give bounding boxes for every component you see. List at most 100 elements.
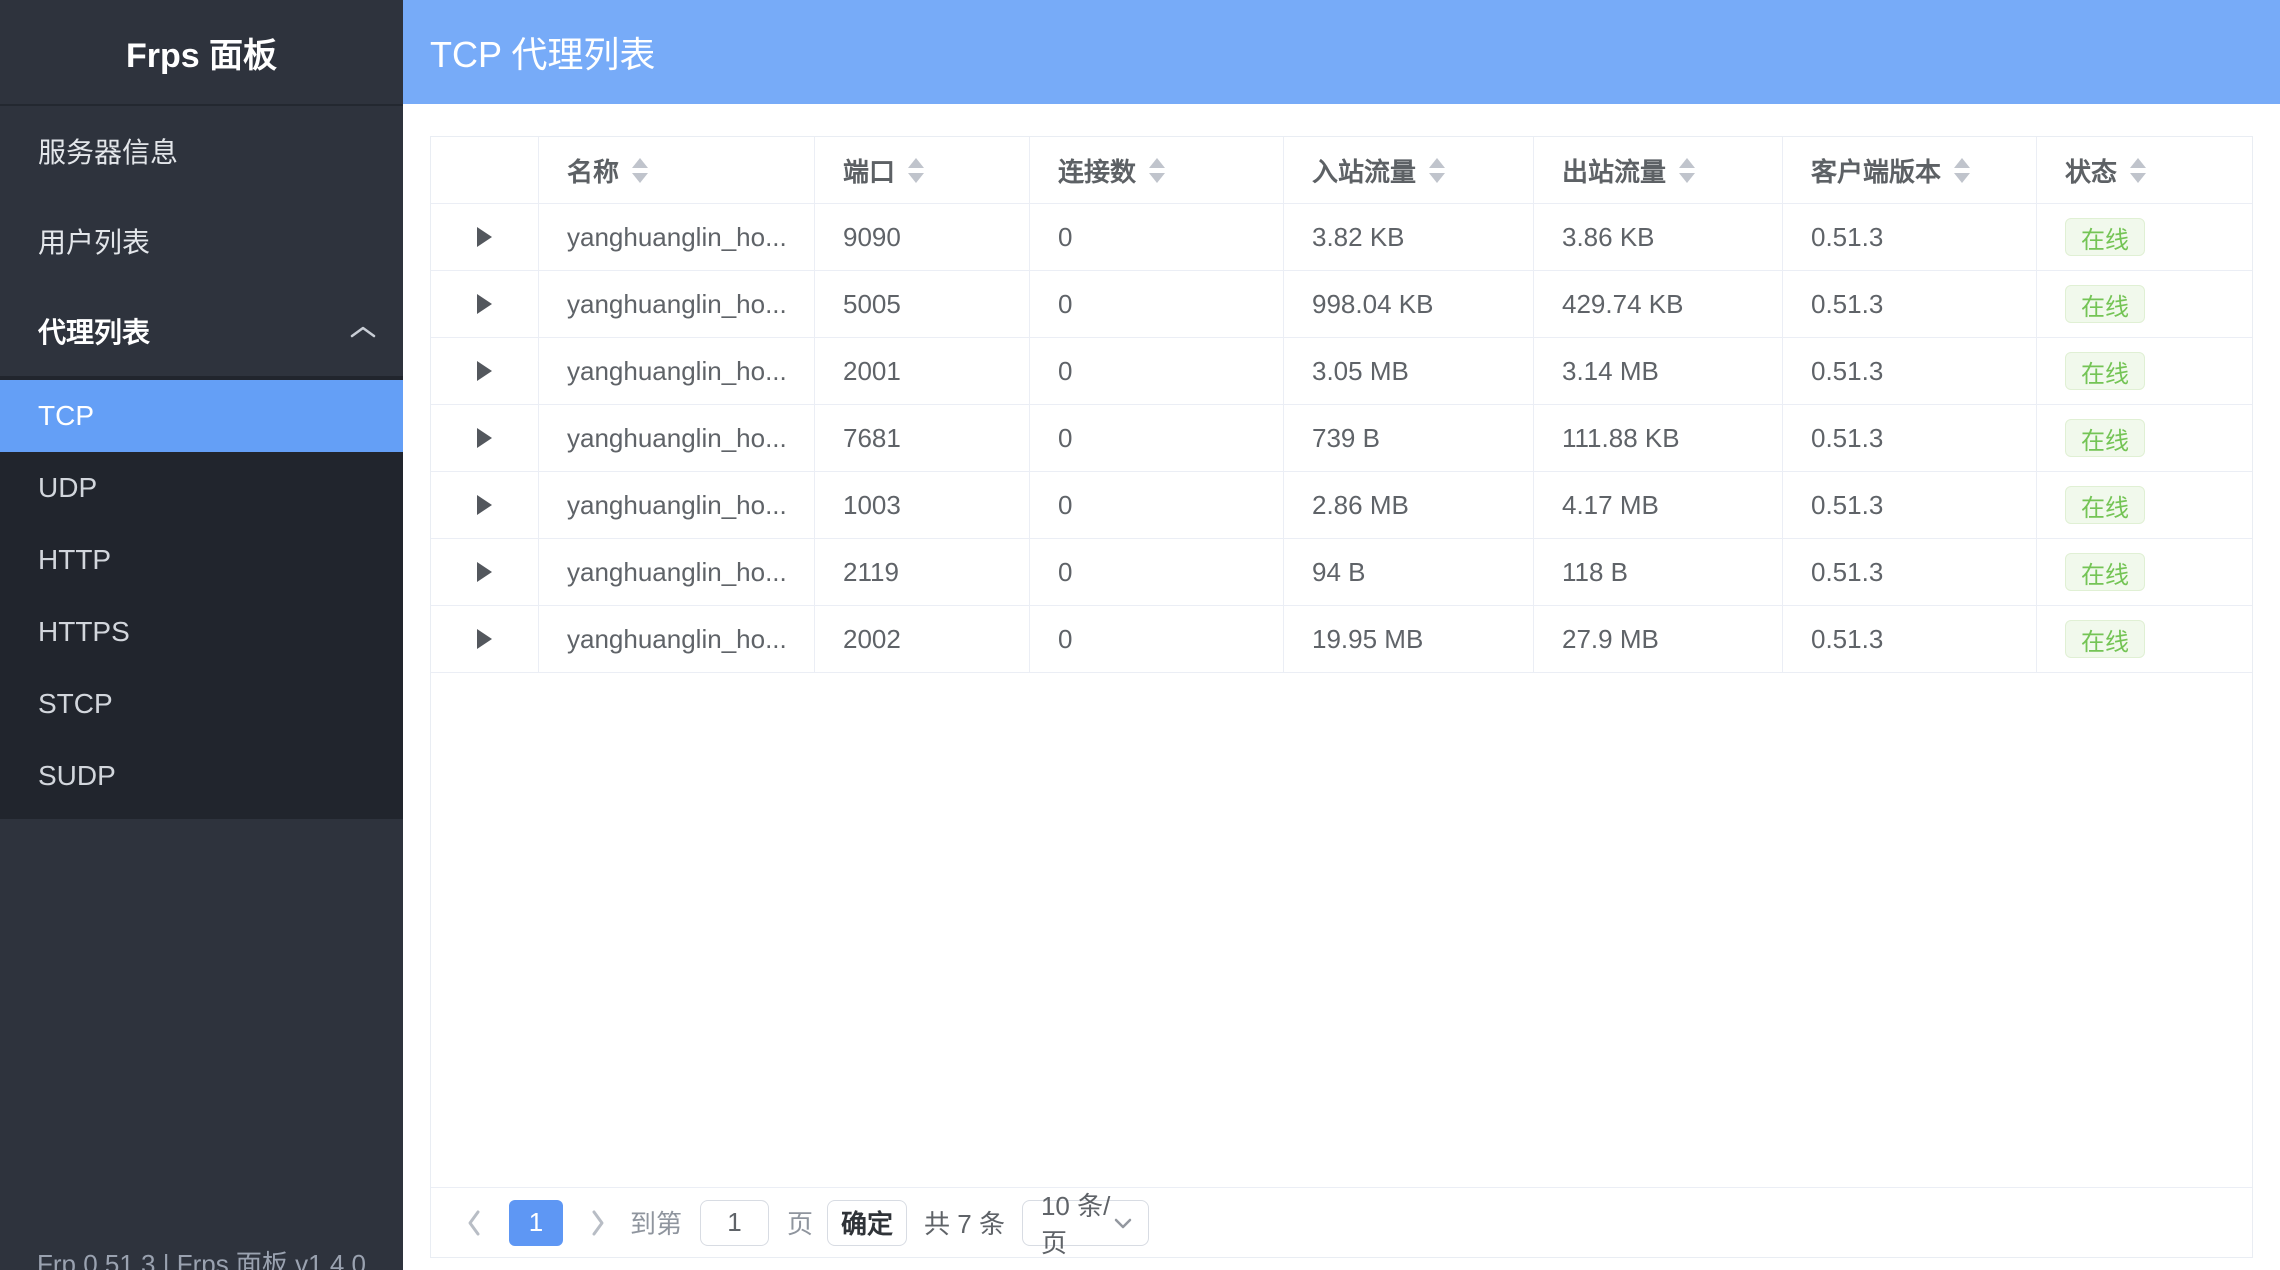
submenu-item-label: HTTPS <box>38 616 130 648</box>
column-header-traffic-out[interactable]: 出站流量 <box>1534 137 1783 203</box>
goto-page-input[interactable] <box>700 1200 769 1246</box>
status-badge: 在线 <box>2065 620 2145 658</box>
cell-traffic-in: 94 B <box>1284 539 1534 605</box>
pagination-bar: 1 到第 页 确定 共 7 条 10 条/页 <box>431 1187 2252 1257</box>
app-title: Frps 面板 <box>0 0 403 106</box>
page-size-value: 10 条/页 <box>1041 1186 1112 1260</box>
sidebar-item-proxy-list[interactable]: 代理列表 <box>0 286 403 376</box>
goto-page-label: 到第 <box>630 1204 682 1241</box>
expand-column-header <box>431 137 539 203</box>
page-header: TCP 代理列表 <box>403 0 2280 104</box>
expand-row-button[interactable] <box>431 204 539 270</box>
sort-icon[interactable] <box>1954 158 1970 183</box>
sidebar-item-http[interactable]: HTTP <box>0 524 403 596</box>
cell-traffic-in: 739 B <box>1284 405 1534 471</box>
cell-traffic-out: 4.17 MB <box>1534 472 1783 538</box>
sort-icon[interactable] <box>2130 158 2146 183</box>
sidebar-item-udp[interactable]: UDP <box>0 452 403 524</box>
cell-port: 5005 <box>815 271 1030 337</box>
column-header-status[interactable]: 状态 <box>2037 137 2252 203</box>
cell-connections: 0 <box>1030 472 1284 538</box>
sidebar-item-server-info[interactable]: 服务器信息 <box>0 106 403 196</box>
cell-status: 在线 <box>2037 606 2252 672</box>
sort-icon[interactable] <box>632 158 648 183</box>
cell-traffic-in: 2.86 MB <box>1284 472 1534 538</box>
table-row: yanghuanglin_ho... 2119 0 94 B 118 B 0.5… <box>431 539 2252 606</box>
cell-traffic-out: 111.88 KB <box>1534 405 1783 471</box>
cell-name: yanghuanglin_ho... <box>539 271 815 337</box>
table-row: yanghuanglin_ho... 1003 0 2.86 MB 4.17 M… <box>431 472 2252 539</box>
sort-icon[interactable] <box>1679 158 1695 183</box>
cell-client-version: 0.51.3 <box>1783 271 2037 337</box>
submenu-item-label: HTTP <box>38 544 111 576</box>
status-badge: 在线 <box>2065 218 2145 256</box>
column-header-name[interactable]: 名称 <box>539 137 815 203</box>
prev-page-button[interactable] <box>459 1200 489 1246</box>
column-header-traffic-in[interactable]: 入站流量 <box>1284 137 1534 203</box>
cell-client-version: 0.51.3 <box>1783 472 2037 538</box>
cell-connections: 0 <box>1030 405 1284 471</box>
submenu-item-label: STCP <box>38 688 113 720</box>
table-row: yanghuanglin_ho... 2002 0 19.95 MB 27.9 … <box>431 606 2252 673</box>
status-badge: 在线 <box>2065 352 2145 390</box>
cell-connections: 0 <box>1030 338 1284 404</box>
cell-name: yanghuanglin_ho... <box>539 204 815 270</box>
version-footer: Frp 0.51.3 | Frps 面板 v1.4.0 <box>0 1244 403 1270</box>
expand-arrow-icon <box>477 294 492 314</box>
column-header-client-version[interactable]: 客户端版本 <box>1783 137 2037 203</box>
page-unit-label: 页 <box>787 1204 813 1241</box>
cell-port: 2001 <box>815 338 1030 404</box>
expand-arrow-icon <box>477 562 492 582</box>
expand-arrow-icon <box>477 495 492 515</box>
cell-port: 2002 <box>815 606 1030 672</box>
column-header-connections[interactable]: 连接数 <box>1030 137 1284 203</box>
cell-port: 1003 <box>815 472 1030 538</box>
page-title: TCP 代理列表 <box>430 26 655 78</box>
cell-traffic-out: 3.14 MB <box>1534 338 1783 404</box>
confirm-button[interactable]: 确定 <box>827 1200 907 1246</box>
cell-port: 9090 <box>815 204 1030 270</box>
table-row: yanghuanglin_ho... 5005 0 998.04 KB 429.… <box>431 271 2252 338</box>
cell-client-version: 0.51.3 <box>1783 338 2037 404</box>
cell-traffic-out: 3.86 KB <box>1534 204 1783 270</box>
cell-status: 在线 <box>2037 405 2252 471</box>
sidebar-item-user-list[interactable]: 用户列表 <box>0 196 403 286</box>
sidebar-item-tcp[interactable]: TCP <box>0 380 403 452</box>
cell-name: yanghuanglin_ho... <box>539 539 815 605</box>
expand-row-button[interactable] <box>431 338 539 404</box>
submenu-item-label: UDP <box>38 472 97 504</box>
sort-icon[interactable] <box>1429 158 1445 183</box>
table-row: yanghuanglin_ho... 7681 0 739 B 111.88 K… <box>431 405 2252 472</box>
expand-row-button[interactable] <box>431 472 539 538</box>
cell-client-version: 0.51.3 <box>1783 405 2037 471</box>
sort-icon[interactable] <box>908 158 924 183</box>
expand-arrow-icon <box>477 361 492 381</box>
chevron-down-icon <box>1112 1207 1134 1238</box>
sidebar-item-sudp[interactable]: SUDP <box>0 740 403 812</box>
chevron-up-icon <box>349 315 377 347</box>
column-header-port[interactable]: 端口 <box>815 137 1030 203</box>
submenu-item-label: SUDP <box>38 760 116 792</box>
cell-client-version: 0.51.3 <box>1783 204 2037 270</box>
next-page-button[interactable] <box>583 1200 613 1246</box>
sidebar-item-label: 服务器信息 <box>38 131 178 171</box>
table-empty-area <box>431 673 2252 1187</box>
status-badge: 在线 <box>2065 486 2145 524</box>
expand-arrow-icon <box>477 629 492 649</box>
page-number-button[interactable]: 1 <box>509 1200 563 1246</box>
sort-icon[interactable] <box>1149 158 1165 183</box>
cell-connections: 0 <box>1030 204 1284 270</box>
cell-connections: 0 <box>1030 539 1284 605</box>
expand-row-button[interactable] <box>431 606 539 672</box>
sidebar-item-stcp[interactable]: STCP <box>0 668 403 740</box>
page-size-select[interactable]: 10 条/页 <box>1022 1200 1149 1246</box>
cell-name: yanghuanglin_ho... <box>539 338 815 404</box>
expand-row-button[interactable] <box>431 405 539 471</box>
cell-status: 在线 <box>2037 271 2252 337</box>
expand-row-button[interactable] <box>431 539 539 605</box>
expand-arrow-icon <box>477 428 492 448</box>
expand-row-button[interactable] <box>431 271 539 337</box>
sidebar-item-https[interactable]: HTTPS <box>0 596 403 668</box>
cell-traffic-in: 998.04 KB <box>1284 271 1534 337</box>
cell-traffic-out: 27.9 MB <box>1534 606 1783 672</box>
